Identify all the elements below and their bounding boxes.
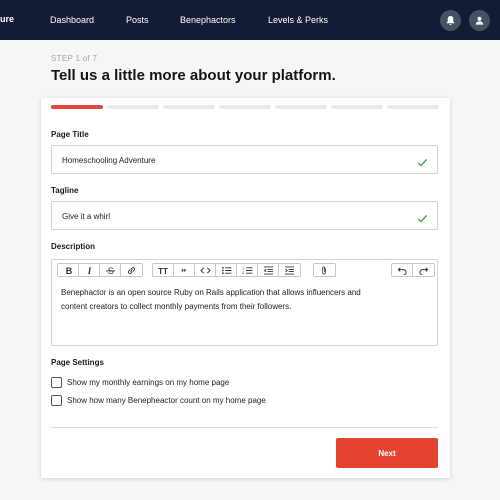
editor-toolbar: B I S TT ” 12	[52, 260, 437, 278]
divider	[51, 427, 438, 428]
svg-text:TT: TT	[158, 267, 168, 275]
progress-bar	[51, 105, 439, 109]
undo-icon[interactable]	[392, 264, 413, 276]
progress-segment	[275, 105, 327, 109]
page-title-value: Homeschooling Adventure	[62, 156, 156, 165]
heading-icon[interactable]: TT	[153, 264, 174, 276]
page-title-field[interactable]: Homeschooling Adventure	[51, 145, 438, 174]
page-title-label: Page Title	[51, 130, 89, 139]
bullet-list-icon[interactable]	[216, 264, 237, 276]
italic-icon[interactable]: I	[79, 264, 100, 276]
nav-benephactors[interactable]: Benephactors	[180, 15, 236, 25]
link-icon[interactable]	[121, 264, 142, 276]
avatar-icon[interactable]	[469, 10, 490, 31]
indent-icon[interactable]	[279, 264, 300, 276]
progress-segment	[331, 105, 383, 109]
numbered-list-icon[interactable]: 12	[237, 264, 258, 276]
svg-text:1: 1	[242, 266, 244, 270]
tagline-label: Tagline	[51, 186, 79, 195]
benephactor-count-checkbox[interactable]	[51, 395, 62, 406]
bold-icon[interactable]: B	[58, 264, 79, 276]
top-navbar: ure Dashboard Posts Benephactors Levels …	[0, 0, 500, 40]
description-line-2: content creators to collect monthly paym…	[61, 302, 292, 311]
description-editor[interactable]: B I S TT ” 12 Benephact	[51, 259, 438, 346]
quote-icon[interactable]: ”	[174, 264, 195, 276]
setting-monthly-earnings[interactable]: Show my monthly earnings on my home page	[51, 377, 229, 388]
text-format-group: B I S	[57, 263, 143, 277]
step-indicator: STEP 1 of 7	[51, 54, 98, 63]
tagline-field[interactable]: Give it a whirl	[51, 201, 438, 230]
tagline-value: Give it a whirl	[62, 212, 111, 221]
svg-text:”: ”	[180, 266, 185, 274]
progress-segment	[107, 105, 159, 109]
progress-segment	[387, 105, 439, 109]
svg-text:B: B	[65, 266, 72, 275]
attach-icon[interactable]	[314, 264, 335, 276]
svg-text:I: I	[86, 266, 91, 275]
outdent-icon[interactable]	[258, 264, 279, 276]
page-heading: Tell us a little more about your platfor…	[51, 67, 336, 84]
nav-posts[interactable]: Posts	[126, 15, 149, 25]
history-group	[391, 263, 435, 277]
setting-benephactor-count[interactable]: Show how many Benepheactor count on my h…	[51, 395, 266, 406]
benephactor-count-label[interactable]: Show how many Benepheactor count on my h…	[67, 396, 266, 405]
check-icon	[417, 211, 428, 223]
strikethrough-icon[interactable]: S	[100, 264, 121, 276]
page-settings-label: Page Settings	[51, 358, 104, 367]
form-card: Page Title Homeschooling Adventure Tagli…	[41, 98, 450, 478]
brand-logo[interactable]: ure	[0, 14, 14, 24]
next-button[interactable]: Next	[336, 438, 438, 468]
redo-icon[interactable]	[413, 264, 434, 276]
description-line-1: Benephactor is an open source Ruby on Ra…	[61, 288, 361, 297]
description-text[interactable]: Benephactor is an open source Ruby on Ra…	[61, 286, 421, 314]
bell-icon[interactable]	[440, 10, 461, 31]
progress-segment	[51, 105, 103, 109]
svg-text:2: 2	[242, 271, 244, 275]
attach-group	[313, 263, 336, 277]
nav-levels-perks[interactable]: Levels & Perks	[268, 15, 328, 25]
progress-segment	[163, 105, 215, 109]
progress-segment	[219, 105, 271, 109]
code-icon[interactable]	[195, 264, 216, 276]
nav-dashboard[interactable]: Dashboard	[50, 15, 94, 25]
block-format-group: TT ” 12	[152, 263, 301, 277]
monthly-earnings-label[interactable]: Show my monthly earnings on my home page	[67, 378, 229, 387]
check-icon	[417, 155, 428, 167]
description-label: Description	[51, 242, 96, 251]
monthly-earnings-checkbox[interactable]	[51, 377, 62, 388]
